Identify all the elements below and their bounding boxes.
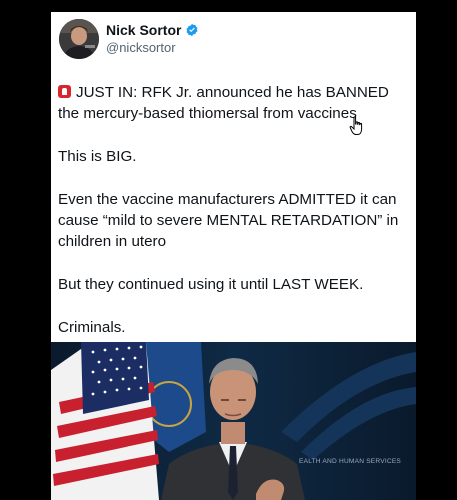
post-text-line: But they continued using it until LAST W…: [58, 276, 364, 293]
author-name[interactable]: Nick Sortor: [106, 22, 181, 38]
verified-badge-icon: [186, 23, 198, 37]
avatar[interactable]: [59, 19, 99, 59]
post-header: Nick Sortor @nicksortor: [51, 12, 416, 62]
backdrop-text: EALTH AND HUMAN SERVICES: [299, 458, 402, 465]
siren-emoji-icon: [58, 85, 71, 98]
post-media-image[interactable]: EALTH AND HUMAN SERVICES: [51, 342, 416, 500]
post-text-line: Criminals.: [58, 319, 126, 336]
post-text-line: children in utero: [58, 233, 167, 250]
author-handle[interactable]: @nicksortor: [106, 40, 176, 55]
avatar-image: [59, 19, 99, 59]
post-text-line: cause “mild to severe MENTAL RETARDATION…: [58, 212, 399, 229]
post-text-line: JUST IN: RFK Jr. announced he has BANNED: [58, 82, 389, 103]
author-name-row: Nick Sortor: [106, 22, 199, 38]
post-text-segment: JUST IN: RFK Jr. announced he has BANNED: [76, 84, 389, 101]
speaker-photo: [51, 342, 416, 500]
post-text-line: the mercury-based thiomersal from vaccin…: [58, 105, 357, 122]
post-text-line: Even the vaccine manufacturers ADMITTED …: [58, 191, 397, 208]
hand-pointer-cursor-icon: [349, 116, 363, 135]
post-card[interactable]: Nick Sortor @nicksortor JUST IN: RFK Jr.…: [51, 12, 416, 500]
post-text-line: This is BIG.: [58, 148, 137, 165]
